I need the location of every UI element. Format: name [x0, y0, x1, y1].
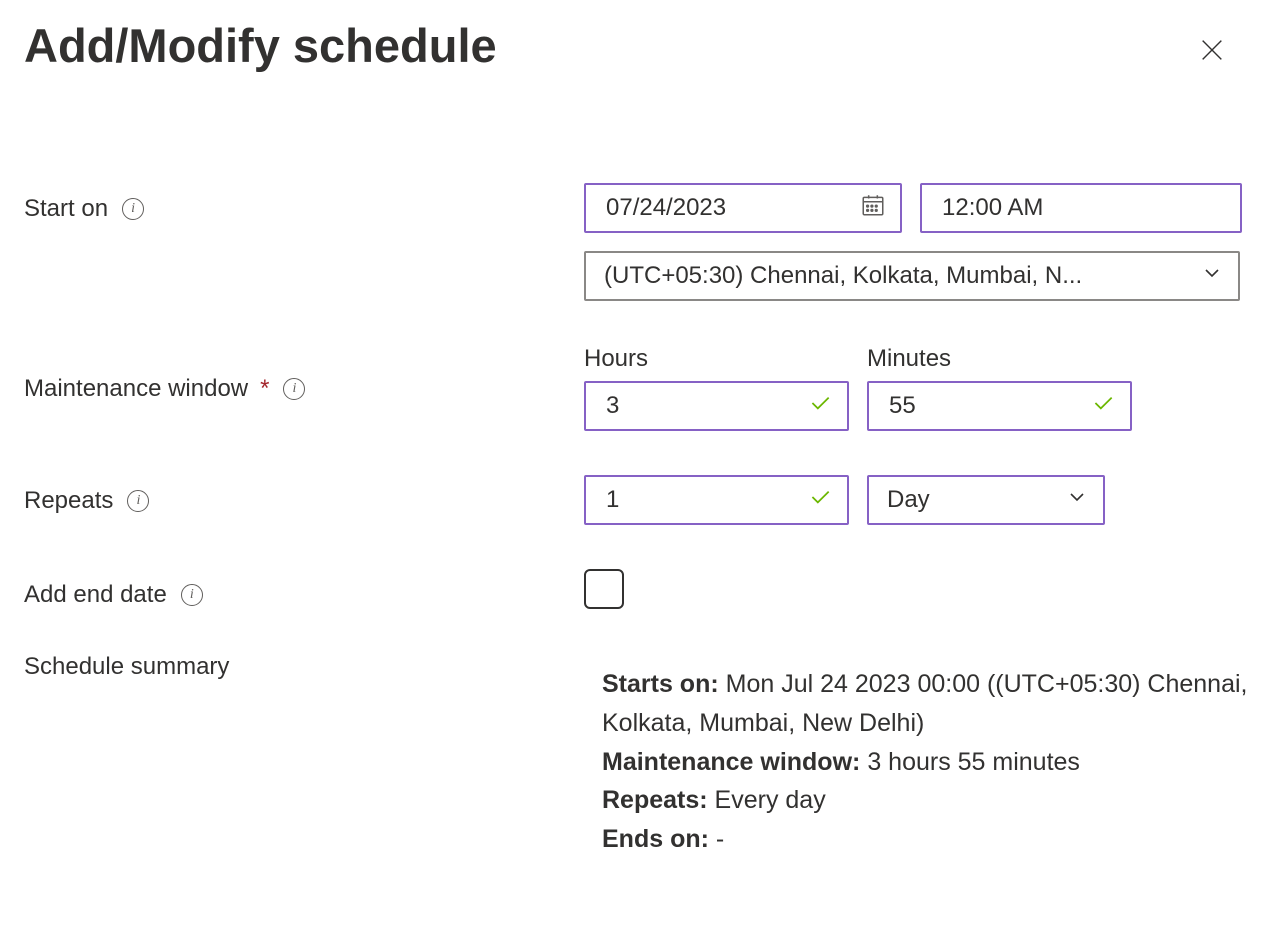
summary-ends-on-value: - [716, 825, 724, 853]
start-time-field[interactable] [940, 193, 1226, 223]
close-button[interactable] [1192, 30, 1232, 73]
start-on-label: Start on [24, 195, 108, 223]
summary-repeats-value: Every day [715, 786, 826, 814]
minutes-label: Minutes [867, 345, 1132, 373]
summary-starts-on-label: Starts on: [602, 670, 719, 698]
schedule-summary-label: Schedule summary [24, 653, 229, 681]
hours-label: Hours [584, 345, 849, 373]
close-icon [1198, 36, 1226, 64]
info-icon[interactable]: i [122, 198, 144, 220]
repeat-count-input[interactable] [584, 475, 849, 525]
required-indicator: * [260, 375, 269, 403]
check-icon [807, 390, 833, 423]
repeat-count-field[interactable] [604, 485, 799, 515]
add-end-date-label: Add end date [24, 581, 167, 609]
check-icon [1090, 390, 1116, 423]
start-date-field[interactable] [604, 193, 852, 223]
hours-input[interactable] [584, 381, 849, 431]
start-date-input[interactable] [584, 183, 902, 233]
hours-field[interactable] [604, 391, 799, 421]
start-time-input[interactable] [920, 183, 1242, 233]
minutes-field[interactable] [887, 391, 1082, 421]
repeats-label: Repeats [24, 487, 113, 515]
timezone-value: (UTC+05:30) Chennai, Kolkata, Mumbai, N.… [604, 262, 1192, 290]
page-title: Add/Modify schedule [24, 20, 497, 72]
repeat-unit-value: Day [887, 486, 1057, 514]
info-icon[interactable]: i [283, 378, 305, 400]
check-icon [807, 484, 833, 517]
summary-maintenance-window-value: 3 hours 55 minutes [867, 748, 1080, 776]
repeat-unit-select[interactable]: Day [867, 475, 1105, 525]
timezone-select[interactable]: (UTC+05:30) Chennai, Kolkata, Mumbai, N.… [584, 251, 1240, 301]
minutes-input[interactable] [867, 381, 1132, 431]
summary-ends-on-label: Ends on: [602, 825, 709, 853]
info-icon[interactable]: i [127, 490, 149, 512]
schedule-summary: Starts on: Mon Jul 24 2023 00:00 ((UTC+0… [584, 653, 1248, 859]
info-icon[interactable]: i [181, 584, 203, 606]
summary-maintenance-window-label: Maintenance window: [602, 748, 860, 776]
maintenance-window-label: Maintenance window [24, 375, 248, 403]
summary-repeats-label: Repeats: [602, 786, 708, 814]
chevron-down-icon [1200, 261, 1224, 292]
add-end-date-checkbox[interactable] [584, 569, 624, 609]
calendar-icon[interactable] [860, 192, 886, 225]
chevron-down-icon [1065, 485, 1089, 516]
